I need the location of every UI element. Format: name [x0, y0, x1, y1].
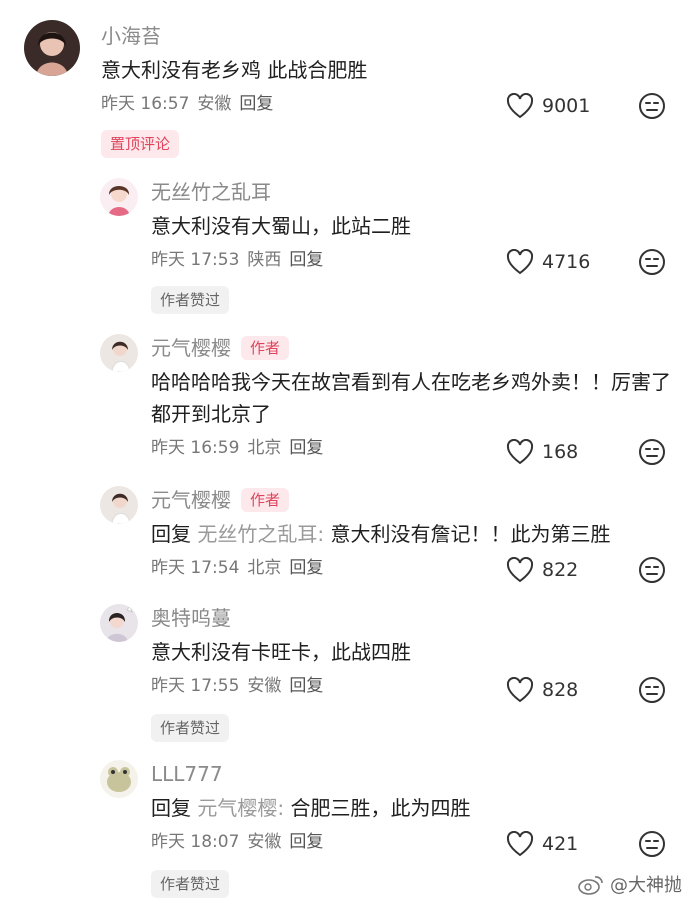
like-count: 828 — [542, 679, 579, 701]
reply-to-user[interactable]: 无丝竹之乱耳: — [197, 522, 324, 546]
comment-text: 意大利没有老乡鸡 此战合肥胜 — [101, 58, 368, 82]
dislike-button[interactable] — [638, 676, 666, 704]
meh-face-icon — [639, 93, 665, 119]
comment-body: 意大利没有詹记！！此为第三胜 — [330, 522, 611, 546]
username[interactable]: 奥特呜蔓 — [151, 604, 231, 632]
username[interactable]: 元气樱樱 — [151, 334, 231, 362]
author-liked-tag: 作者赞过 — [151, 870, 230, 898]
like-count: 421 — [542, 833, 579, 855]
location: 安徽 — [247, 676, 282, 696]
author-liked-tag: 作者赞过 — [151, 714, 230, 742]
reply-prefix: 回复 — [151, 522, 191, 546]
comment-text: 回复 元气樱樱: 合肥三胜，此为四胜 — [151, 792, 671, 824]
comment-item: 小海苔 意大利没有老乡鸡 此战合肥胜 昨天 16:57 安徽 回复 9001 置… — [0, 20, 690, 160]
comment-body: 合肥三胜，此为四胜 — [290, 796, 471, 820]
reply-to-user[interactable]: 元气樱樱: — [197, 796, 284, 820]
reply-button[interactable]: 回复 — [239, 92, 273, 116]
avatar[interactable] — [100, 178, 138, 216]
author-badge: 作者 — [241, 488, 290, 512]
timestamp: 昨天 17:53 — [151, 250, 240, 270]
meh-face-icon — [639, 557, 665, 583]
avatar[interactable] — [100, 760, 138, 798]
meh-face-icon — [639, 439, 665, 465]
timestamp: 昨天 18:07 — [151, 832, 240, 852]
heart-icon — [506, 249, 534, 275]
comment-text: 回复 无丝竹之乱耳: 意大利没有詹记！！此为第三胜 — [151, 518, 671, 550]
avatar-image — [100, 604, 138, 642]
username[interactable]: 元气樱樱 — [151, 486, 231, 514]
location: 北京 — [247, 558, 282, 578]
watermark: @大神抛 — [578, 871, 682, 897]
reply-item: 元气樱樱 作者 回复 无丝竹之乱耳: 意大利没有詹记！！此为第三胜 昨天 17:… — [0, 486, 690, 596]
like-count: 4716 — [542, 251, 591, 273]
timestamp: 昨天 16:57 — [101, 94, 190, 114]
meh-face-icon — [639, 831, 665, 857]
username[interactable]: LLL777 — [151, 760, 223, 788]
username[interactable]: 无丝竹之乱耳 — [151, 178, 271, 206]
location: 安徽 — [197, 94, 232, 114]
location: 北京 — [247, 438, 282, 458]
reply-item: 无丝竹之乱耳 意大利没有大蜀山，此站二胜 昨天 17:53 陕西 回复 4716… — [0, 178, 690, 318]
location: 陕西 — [247, 250, 282, 270]
meh-face-icon — [639, 677, 665, 703]
like-button[interactable]: 9001 — [506, 93, 594, 119]
avatar-image — [100, 178, 138, 216]
reply-button[interactable]: 回复 — [289, 556, 323, 580]
dislike-button[interactable] — [638, 438, 666, 466]
avatar[interactable] — [100, 604, 138, 642]
pinned-comment-tag: 置顶评论 — [101, 130, 180, 158]
weibo-logo-icon — [578, 876, 603, 895]
timestamp: 昨天 16:59 — [151, 438, 240, 458]
avatar-image — [24, 20, 80, 76]
comment-text: 哈哈哈哈我今天在故宫看到有人在吃老乡鸡外卖！！厉害了都开到北京了 — [151, 370, 671, 426]
avatar[interactable] — [100, 486, 138, 524]
dislike-button[interactable] — [638, 248, 666, 276]
dislike-button[interactable] — [638, 830, 666, 858]
avatar[interactable] — [100, 334, 138, 372]
dislike-button[interactable] — [638, 556, 666, 584]
like-button[interactable]: 828 — [506, 677, 594, 703]
like-count: 822 — [542, 559, 579, 581]
avatar[interactable] — [24, 20, 80, 76]
avatar-image — [100, 486, 138, 524]
meh-face-icon — [639, 249, 665, 275]
like-button[interactable]: 168 — [506, 439, 594, 465]
like-button[interactable]: 822 — [506, 557, 594, 583]
username[interactable]: 小海苔 — [101, 22, 161, 50]
author-liked-tag: 作者赞过 — [151, 286, 230, 314]
reply-button[interactable]: 回复 — [289, 674, 323, 698]
timestamp: 昨天 17:54 — [151, 558, 240, 578]
comment-text: 意大利没有卡旺卡，此战四胜 — [151, 640, 411, 664]
timestamp: 昨天 17:55 — [151, 676, 240, 696]
like-button[interactable]: 4716 — [506, 249, 594, 275]
like-button[interactable]: 421 — [506, 831, 594, 857]
watermark-text: @大神抛 — [610, 875, 682, 896]
reply-prefix: 回复 — [151, 796, 191, 820]
avatar-image — [100, 760, 138, 798]
like-count: 168 — [542, 441, 579, 463]
reply-button[interactable]: 回复 — [289, 830, 323, 854]
heart-icon — [506, 557, 534, 583]
reply-button[interactable]: 回复 — [289, 248, 323, 272]
heart-icon — [506, 439, 534, 465]
heart-icon — [506, 93, 534, 119]
comment-text: 意大利没有大蜀山，此站二胜 — [151, 214, 411, 238]
like-count: 9001 — [542, 95, 591, 117]
avatar-image — [100, 334, 138, 372]
reply-item: 奥特呜蔓 意大利没有卡旺卡，此战四胜 昨天 17:55 安徽 回复 828 作者… — [0, 604, 690, 744]
heart-icon — [506, 677, 534, 703]
heart-icon — [506, 831, 534, 857]
author-badge: 作者 — [241, 336, 290, 360]
location: 安徽 — [247, 832, 282, 852]
reply-item: 元气樱樱 作者 哈哈哈哈我今天在故宫看到有人在吃老乡鸡外卖！！厉害了都开到北京了… — [0, 334, 690, 474]
reply-button[interactable]: 回复 — [289, 436, 323, 460]
dislike-button[interactable] — [638, 92, 666, 120]
